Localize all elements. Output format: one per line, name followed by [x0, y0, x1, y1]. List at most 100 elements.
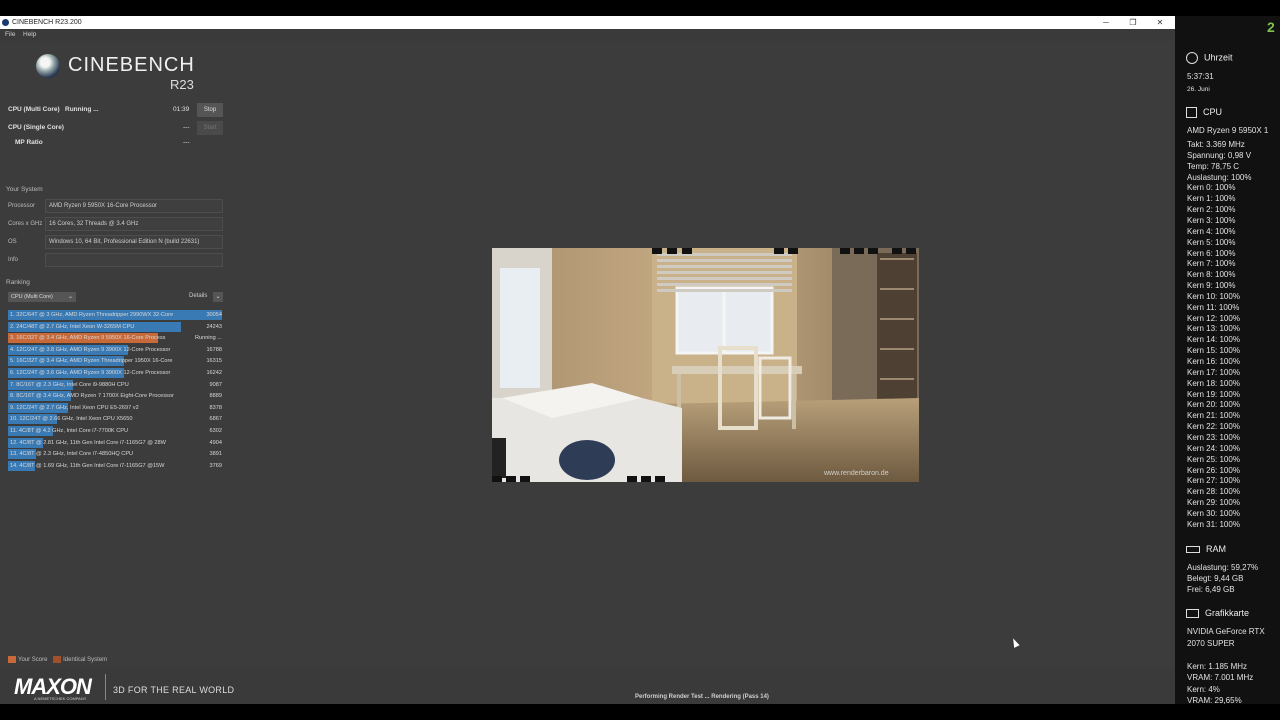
ranking-dropdown[interactable]: CPU (Multi Core) ⌄: [8, 292, 76, 302]
ranking-label: 10. 12C/24T @ 2.66 GHz, Intel Xeon CPU X…: [10, 416, 133, 423]
ranking-label: 9. 12C/24T @ 2.7 GHz, Intel Xeon CPU E5-…: [10, 404, 139, 411]
cpu-stat-line: Kern 19: 100%: [1187, 389, 1240, 399]
ranking-legend: Your Score Identical System: [8, 656, 107, 664]
ranking-label: 3. 16C/32T @ 3.4 GHz, AMD Ryzen 9 5950X …: [10, 335, 166, 342]
cpu-stat-line: Kern 20: 100%: [1187, 400, 1240, 410]
cpu-icon: [1186, 107, 1197, 119]
menu-file[interactable]: File: [5, 29, 15, 41]
footer: MAXON A NEMETSCHEK COMPANY 3D FOR THE RE…: [0, 668, 1175, 704]
ranking-score: 16242: [206, 370, 222, 376]
left-panel: CINEBENCH R23 CPU (Multi Core) Running .…: [3, 44, 229, 668]
cpu-stat-line: Kern 14: 100%: [1187, 335, 1240, 345]
test-row-multi-core: CPU (Multi Core) Running ... 01:39 Stop: [3, 102, 229, 118]
test-status: Running ...: [65, 106, 99, 113]
stop-button[interactable]: Stop: [197, 103, 223, 117]
cpu-name: AMD Ryzen 9 5950X 1: [1187, 126, 1269, 135]
cpu-stat-line: Kern 8: 100%: [1187, 270, 1236, 280]
ranking-row[interactable]: 6. 12C/24T @ 3.6 GHz, AMD Ryzen 9 3900X …: [8, 368, 224, 378]
status-text: Performing Render Test ... Rendering (Pa…: [635, 694, 769, 700]
cinebench-sphere-icon: [36, 54, 60, 78]
system-panel: Your System Processor AMD Ryzen 9 5950X …: [3, 184, 229, 270]
ranking-score: Running ...: [194, 335, 222, 342]
ranking-title: Ranking: [6, 279, 30, 286]
footer-divider: [105, 674, 106, 700]
cpu-stat-line: Kern 29: 100%: [1187, 498, 1240, 508]
details-label: Details: [189, 293, 208, 299]
ram-section-header: RAM: [1186, 544, 1226, 554]
cpu-stat-line: Kern 15: 100%: [1187, 346, 1240, 356]
tagline: 3D FOR THE REAL WORLD: [113, 685, 235, 695]
ranking-row[interactable]: 4. 12C/24T @ 3.8 GHz, AMD Ryzen 9 3900X …: [8, 344, 224, 355]
cpu-stat-line: Kern 11: 100%: [1187, 302, 1240, 312]
details-dropdown-button[interactable]: ⌄: [213, 292, 223, 302]
app-icon: [2, 19, 9, 26]
test-panel: CPU (Multi Core) Running ... 01:39 Stop …: [3, 102, 229, 162]
ranking-row[interactable]: 2. 24C/48T @ 2.7 GHz, Intel Xeon W-3265M…: [8, 321, 224, 332]
test-label: CPU (Single Core): [8, 124, 64, 131]
cpu-stat-line: Kern 13: 100%: [1187, 324, 1240, 334]
info-field[interactable]: [45, 253, 223, 267]
test-label: MP Ratio: [15, 139, 43, 146]
ranking-row[interactable]: 7. 8C/16T @ 2.3 GHz, Intel Core i9-9880H…: [8, 379, 224, 390]
ram-stat-line: Auslastung: 59,27%: [1187, 563, 1259, 572]
ranking-label: 8. 8C/16T @ 3.4 GHz, AMD Ryzen 7 1700X E…: [10, 393, 174, 400]
ranking-row[interactable]: 12. 4C/8T @ 2.81 GHz, 11th Gen Intel Cor…: [8, 437, 224, 448]
maximize-button[interactable]: ❐: [1120, 16, 1146, 29]
ranking-label: 5. 16C/32T @ 3.4 GHz, AMD Ryzen Threadri…: [10, 358, 173, 365]
cpu-stat-line: Kern 6: 100%: [1187, 248, 1236, 258]
system-value: 16 Cores, 32 Threads @ 3.4 GHz: [45, 217, 223, 231]
cpu-stat-line: Kern 2: 100%: [1187, 205, 1236, 215]
ranking-score: 6867: [209, 416, 222, 423]
system-row-os: OS Windows 10, 64 Bit, Professional Edit…: [3, 235, 229, 249]
system-value: AMD Ryzen 9 5950X 16-Core Processor: [45, 199, 223, 213]
ranking-row[interactable]: 3. 16C/32T @ 3.4 GHz, AMD Ryzen 9 5950X …: [8, 333, 224, 344]
logo: CINEBENCH R23: [3, 44, 229, 102]
ranking-row[interactable]: 8. 8C/16T @ 3.4 GHz, AMD Ryzen 7 1700X E…: [8, 391, 224, 402]
minimize-button[interactable]: ─: [1093, 16, 1119, 29]
cpu-stat-line: Kern 18: 100%: [1187, 378, 1240, 388]
system-value: Windows 10, 64 Bit, Professional Edition…: [45, 235, 223, 249]
cpu-stat-line: Auslastung: 100%: [1187, 172, 1252, 182]
gpu-title: Grafikkarte: [1205, 608, 1250, 618]
ranking-panel: Ranking CPU (Multi Core) ⌄ Details ⌄ 1. …: [3, 276, 229, 668]
ranking-row[interactable]: 1. 32C/64T @ 3 GHz, AMD Ryzen Threadripp…: [8, 310, 224, 320]
ranking-row[interactable]: 14. 4C/8T @ 1.69 GHz, 11th Gen Intel Cor…: [8, 460, 224, 471]
logo-name: CINEBENCH: [68, 54, 195, 76]
ranking-label: 11. 4C/8T @ 4.2 GHz, Intel Core i7-7700K…: [10, 428, 129, 434]
cpu-stat-line: Kern 28: 100%: [1187, 487, 1240, 497]
cpu-stat-line: Kern 25: 100%: [1187, 454, 1240, 464]
menu-bar: File Help: [0, 29, 1175, 41]
your-score-swatch: [8, 656, 16, 663]
cpu-stat-line: Kern 5: 100%: [1187, 237, 1236, 247]
cpu-stat-line: Kern 30: 100%: [1187, 508, 1240, 518]
ranking-label: 13. 4C/8T @ 2.3 GHz, Intel Core i7-4850H…: [10, 451, 134, 458]
test-time: 01:39: [173, 106, 190, 113]
ranking-label: 6. 12C/24T @ 3.6 GHz, AMD Ryzen 9 3900X …: [10, 370, 171, 376]
menu-help[interactable]: Help: [23, 29, 36, 41]
ranking-score: 9087: [209, 381, 222, 388]
ranking-row[interactable]: 5. 16C/32T @ 3.4 GHz, AMD Ryzen Threadri…: [8, 356, 224, 367]
close-button[interactable]: ✕: [1147, 16, 1173, 29]
gpu-stat-line: 2070 SUPER: [1187, 638, 1235, 648]
logo-version: R23: [170, 77, 194, 92]
system-key: Cores x GHz: [8, 221, 43, 227]
start-button[interactable]: Start: [197, 121, 223, 135]
cpu-stat-line: Kern 1: 100%: [1187, 194, 1236, 204]
identical-system-swatch: [53, 656, 62, 663]
ranking-row[interactable]: 13. 4C/8T @ 2.3 GHz, Intel Core i7-4850H…: [8, 449, 224, 460]
screen: CINEBENCH R23.200 ─ ❐ ✕ File Help CINEBE…: [0, 0, 1280, 720]
ranking-score: 30054: [206, 312, 222, 318]
cpu-stat-line: Kern 17: 100%: [1187, 367, 1240, 377]
system-key: Info: [8, 257, 19, 263]
gpu-stat-line: VRAM: 29,65%: [1187, 696, 1242, 704]
ranking-row[interactable]: 11. 4C/8T @ 4.2 GHz, Intel Core i7-7700K…: [8, 426, 224, 436]
cinebench-window: CINEBENCH R23.200 ─ ❐ ✕ File Help CINEBE…: [0, 16, 1175, 704]
ranking-row[interactable]: 9. 12C/24T @ 2.7 GHz, Intel Xeon CPU E5-…: [8, 402, 224, 413]
cpu-stat-line: Kern 7: 100%: [1187, 259, 1236, 269]
test-time: ---: [183, 139, 190, 146]
ranking-score: 3769: [209, 462, 222, 469]
test-row-single-core: CPU (Single Core) --- Start: [3, 120, 229, 136]
ranking-label: 14. 4C/8T @ 1.69 GHz, 11th Gen Intel Cor…: [10, 462, 165, 469]
system-title: Your System: [6, 186, 43, 193]
ranking-row[interactable]: 10. 12C/24T @ 2.66 GHz, Intel Xeon CPU X…: [8, 414, 224, 425]
